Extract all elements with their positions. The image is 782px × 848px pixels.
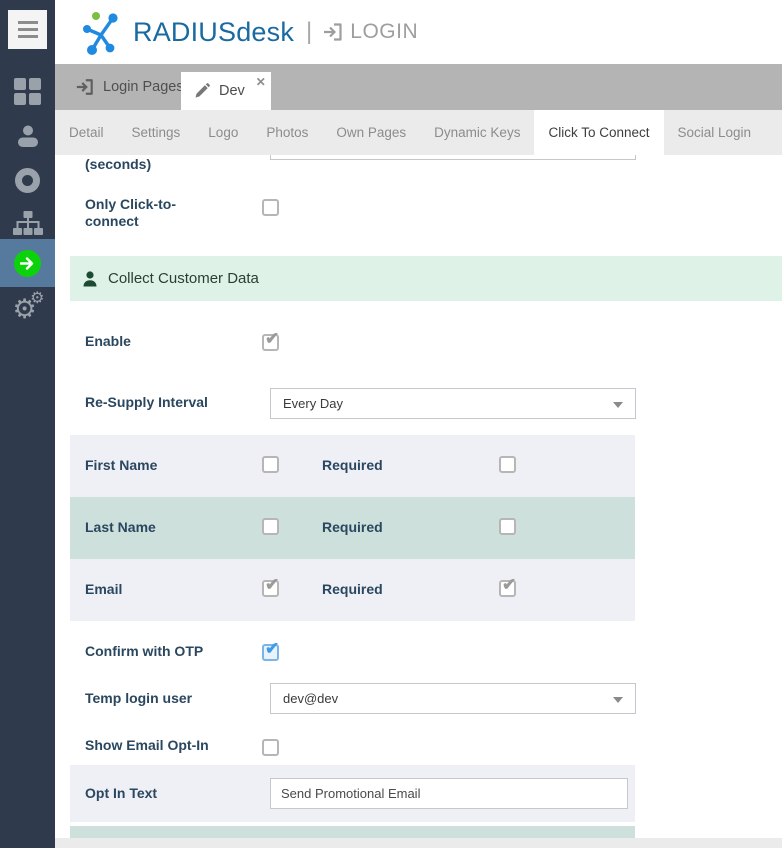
subtab-click-to-connect[interactable]: Click To Connect — [534, 110, 663, 155]
required-label: Required — [322, 457, 383, 474]
radiusdesk-app: ⚙⚙ RADIUSdesk | LOGIN — [0, 0, 782, 848]
pencil-icon — [194, 83, 210, 99]
next-row-edge — [70, 826, 635, 838]
dashboard-grid-icon — [14, 78, 41, 105]
only-click-to-connect-label: Only Click-to-connect — [85, 196, 220, 230]
last-name-required-checkbox[interactable] — [499, 518, 516, 535]
only-click-to-connect-checkbox[interactable] — [262, 199, 279, 216]
enable-label: Enable — [85, 333, 131, 350]
sidebar-item-settings[interactable]: ⚙⚙ — [0, 287, 55, 333]
subtab-bar: Detail Settings Logo Photos Own Pages Dy… — [55, 110, 782, 155]
tab-login-pages[interactable]: Login Pages — [63, 64, 196, 110]
person-icon — [83, 271, 97, 287]
optin-text-input[interactable] — [270, 778, 628, 809]
show-email-optin-checkbox[interactable] — [262, 739, 279, 756]
record-icon — [15, 168, 40, 193]
first-name-label: First Name — [85, 457, 157, 474]
bottom-bar-edge — [55, 838, 782, 848]
temp-login-user-value: dev@dev — [283, 691, 338, 706]
temp-login-user-select[interactable]: dev@dev — [270, 683, 636, 714]
login-link[interactable]: LOGIN — [322, 20, 418, 44]
sidebar: ⚙⚙ — [0, 0, 55, 848]
tab-dev[interactable]: Dev ✕ — [181, 72, 271, 110]
brand-title: RADIUSdesk — [133, 17, 294, 48]
connect-arrow-icon — [14, 250, 41, 277]
sidebar-item-realms[interactable] — [0, 157, 55, 203]
subtab-own-pages[interactable]: Own Pages — [322, 110, 420, 155]
timeout-seconds-input[interactable] — [270, 155, 636, 160]
email-checkbox[interactable] — [262, 580, 279, 597]
first-name-required-checkbox[interactable] — [499, 456, 516, 473]
optin-text-row: Opt In Text — [70, 765, 635, 822]
enable-checkbox[interactable] — [262, 334, 279, 351]
last-name-label: Last Name — [85, 519, 156, 536]
field-row-last-name: Last Name Required — [70, 497, 635, 559]
field-row-first-name: First Name Required — [70, 435, 635, 497]
optin-text-label: Opt In Text — [85, 785, 157, 802]
sidebar-item-users[interactable] — [0, 113, 55, 159]
login-label: LOGIN — [350, 20, 418, 44]
sign-in-icon — [75, 78, 94, 96]
field-row-email: Email Required — [70, 559, 635, 621]
sign-in-icon — [322, 22, 343, 42]
subtab-social-login[interactable]: Social Login — [664, 110, 766, 155]
last-name-checkbox[interactable] — [262, 518, 279, 535]
hamburger-icon — [18, 21, 38, 24]
subtab-dynamic-keys[interactable]: Dynamic Keys — [420, 110, 534, 155]
collect-customer-data-header: Collect Customer Data — [70, 256, 782, 301]
radiusdesk-logo-icon — [79, 9, 123, 55]
tab-label: Login Pages — [103, 79, 184, 95]
email-required-checkbox[interactable] — [499, 580, 516, 597]
sidebar-item-click-to-connect[interactable] — [0, 239, 55, 287]
close-tab-icon[interactable]: ✕ — [256, 75, 266, 89]
first-name-checkbox[interactable] — [262, 456, 279, 473]
brand-separator: | — [306, 18, 312, 46]
user-icon — [15, 123, 41, 149]
confirm-otp-label: Confirm with OTP — [85, 643, 203, 660]
subtab-photos[interactable]: Photos — [252, 110, 322, 155]
sitemap-icon — [13, 211, 43, 236]
subtab-logo[interactable]: Logo — [194, 110, 252, 155]
sidebar-item-dashboard[interactable] — [0, 68, 55, 114]
required-label: Required — [322, 581, 383, 598]
section-title: Collect Customer Data — [108, 270, 259, 287]
resupply-interval-value: Every Day — [283, 396, 343, 411]
tab-bar: Login Pages Dev ✕ — [55, 64, 782, 110]
subtab-settings[interactable]: Settings — [118, 110, 195, 155]
tab-label: Dev — [219, 83, 245, 99]
confirm-otp-checkbox[interactable] — [262, 644, 279, 661]
resupply-interval-label: Re-Supply Interval — [85, 394, 208, 411]
app-header: RADIUSdesk | LOGIN — [55, 0, 782, 64]
temp-login-user-label: Temp login user — [85, 690, 192, 707]
menu-toggle-button[interactable] — [8, 10, 47, 49]
subtab-detail[interactable]: Detail — [55, 110, 118, 155]
click-to-connect-panel: (seconds) Only Click-to-connect Collect … — [55, 155, 782, 848]
resupply-interval-select[interactable]: Every Day — [270, 388, 636, 419]
email-label: Email — [85, 581, 122, 598]
required-label: Required — [322, 519, 383, 536]
seconds-label: (seconds) — [85, 156, 151, 173]
gears-icon: ⚙⚙ — [13, 295, 43, 325]
show-email-optin-label: Show Email Opt-In — [85, 737, 209, 754]
